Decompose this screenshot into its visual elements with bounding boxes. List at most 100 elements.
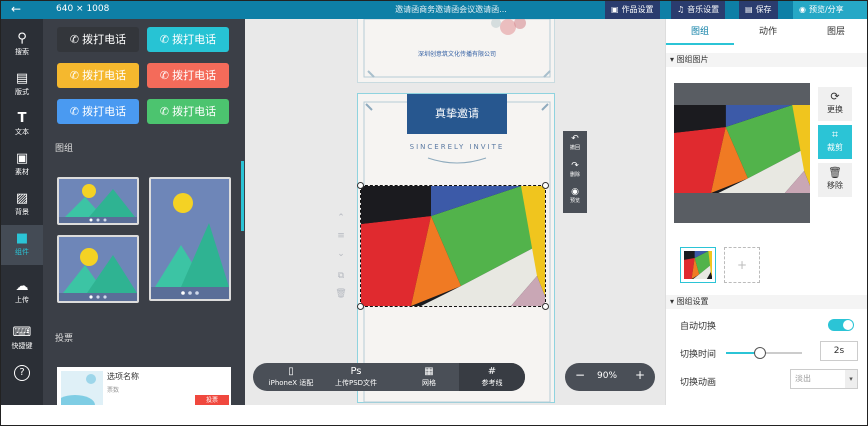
vote-button[interactable]: 投票 — [195, 395, 229, 405]
remove-image-button[interactable]: 🗑 移除 — [818, 163, 852, 197]
section-gallery-images-label: 图组图片 — [676, 55, 709, 64]
crop-image-button[interactable]: ⌗ 裁剪 — [818, 125, 852, 159]
save-icon: ▤ — [745, 5, 753, 14]
gallery-template-small-1[interactable] — [57, 177, 139, 225]
nav-layout[interactable]: ▤ 版式 — [1, 65, 43, 105]
call-button-green[interactable]: ✆ 拨打电话 — [147, 99, 229, 124]
replace-image-button[interactable]: ⟳ 更换 — [818, 87, 852, 121]
nav-help[interactable]: ? — [1, 359, 43, 399]
page-previous[interactable]: 深圳创意筑文化传播有限公司 — [357, 19, 555, 83]
switch-animation-select[interactable]: 淡出 ▾ — [790, 369, 858, 389]
delete-label: 删除 — [569, 172, 580, 178]
call-button-cyan[interactable]: ✆ 拨打电话 — [147, 27, 229, 52]
music-icon: ♫ — [677, 5, 685, 14]
nav-label: 文本 — [15, 128, 29, 136]
resize-handle[interactable] — [542, 303, 549, 310]
vote-heading: 投票 — [55, 334, 74, 344]
back-arrow-icon[interactable]: ← — [11, 2, 21, 16]
nav-text[interactable]: T 文本 — [1, 105, 43, 145]
delete-page-icon[interactable]: 🗑 — [335, 285, 347, 303]
nav-background[interactable]: ▨ 背景 — [1, 185, 43, 225]
nav-label: 上传 — [15, 296, 29, 304]
tab-layers[interactable]: 图层 — [802, 19, 867, 45]
zoom-in-button[interactable]: + — [635, 368, 645, 382]
component-panel: ✆ 拨打电话 ✆ 拨打电话 ✆ 拨打电话 ✆ 拨打电话 ✆ 拨打电话 ✆ 拨打电话 图组 — [43, 19, 245, 405]
phone-icon: ✆ — [159, 33, 170, 46]
photoshop-icon: Ps — [350, 366, 362, 377]
zoom-control: − 90% + — [565, 363, 655, 391]
vote-count-label: 票数 — [107, 387, 120, 394]
tab-actions[interactable]: 动作 — [734, 19, 802, 45]
nav-label: 搜索 — [15, 48, 29, 56]
vote-image-thumb — [61, 371, 103, 405]
preview-tool[interactable]: ◉ 预览 — [563, 187, 587, 204]
resize-handle[interactable] — [542, 182, 549, 189]
move-top-icon[interactable]: ≡ — [335, 227, 347, 245]
crop-label: 裁剪 — [827, 143, 843, 152]
selected-gallery-image[interactable] — [357, 182, 549, 310]
zoom-out-button[interactable]: − — [575, 368, 585, 382]
phone-icon: ✆ — [69, 105, 80, 118]
call-label: 拨打电话 — [82, 69, 127, 82]
gallery-preview[interactable] — [674, 83, 810, 223]
slider-knob[interactable] — [754, 347, 767, 359]
nav-shortcuts[interactable]: ⌨ 快捷键 — [1, 319, 43, 359]
grid-label: 网格 — [422, 379, 436, 387]
music-settings-button[interactable]: ♫ 音乐设置 — [671, 1, 726, 19]
left-icon-bar: ⚲ 搜索 ▤ 版式 T 文本 ▣ 素材 ▨ 背景 ■ 组件 ☁ 上传 ⌨ 快捷键 ? — [1, 19, 43, 405]
resize-handle[interactable] — [357, 303, 364, 310]
nav-label: 组件 — [15, 248, 29, 256]
add-image-button[interactable]: + — [724, 247, 760, 283]
switch-time-slider[interactable] — [726, 347, 802, 359]
delete-tool[interactable]: ↷ 删除 — [563, 161, 587, 178]
keyboard-icon: ⌨ — [12, 325, 32, 340]
guides-tool[interactable]: # 参考线 — [459, 363, 525, 391]
gallery-template-tall[interactable] — [149, 177, 231, 301]
refresh-icon: ⟳ — [830, 90, 840, 103]
call-button-blue[interactable]: ✆ 拨打电话 — [57, 99, 139, 124]
tab-gallery[interactable]: 图组 — [666, 19, 734, 45]
section-gallery-images[interactable]: ▾ 图组图片 — [666, 53, 867, 67]
vote-card[interactable]: 选项名称 票数 投票 — [57, 367, 231, 405]
grid-icon: ▦ — [424, 366, 434, 377]
switch-time-input[interactable]: 2s — [820, 341, 858, 361]
company-name: 深圳创意筑文化传播有限公司 — [417, 51, 496, 58]
upload-icon: ☁ — [15, 279, 29, 294]
nav-search[interactable]: ⚲ 搜索 — [1, 25, 43, 65]
page-order-controls: ⌃ ≡ ⌄ ⧉ 🗑 — [335, 209, 347, 303]
move-down-icon[interactable]: ⌄ — [335, 245, 347, 263]
nav-upload[interactable]: ☁ 上传 — [1, 273, 43, 313]
save-button[interactable]: ▤ 保存 — [739, 1, 778, 19]
phone-icon: ✆ — [69, 33, 80, 46]
section-gallery-settings[interactable]: ▾ 图组设置 — [666, 295, 867, 309]
call-button-yellow[interactable]: ✆ 拨打电话 — [57, 63, 139, 88]
background-icon: ▨ — [15, 191, 29, 206]
sincerely-invite-text[interactable]: SINCERELY INVITE — [358, 143, 556, 151]
preview-share-button[interactable]: ◉ 预览/分享 — [793, 1, 867, 19]
bottom-toolbar: ▯ iPhoneX 适配 Ps 上传PSD文件 ▦ 网格 # 参考线 — [253, 363, 525, 391]
layout-icon: ▤ — [15, 71, 29, 86]
nav-component[interactable]: ■ 组件 — [1, 225, 43, 265]
move-up-icon[interactable]: ⌃ — [335, 209, 347, 227]
panel-scrollbar[interactable] — [241, 161, 244, 231]
copy-page-icon[interactable]: ⧉ — [335, 267, 347, 285]
undo-tool[interactable]: ↶ 撤回 — [563, 134, 587, 151]
invite-banner[interactable]: 真挚邀请 — [407, 94, 507, 134]
thumbnail-artwork — [684, 251, 712, 279]
iphonex-fit-tool[interactable]: ▯ iPhoneX 适配 — [261, 363, 321, 391]
call-button-dark[interactable]: ✆ 拨打电话 — [57, 27, 139, 52]
upload-psd-tool[interactable]: Ps 上传PSD文件 — [325, 363, 387, 391]
document-title[interactable]: 邀请函商务邀请函会议邀请函... — [301, 4, 601, 15]
gallery-template-small-2[interactable] — [57, 235, 139, 303]
grid-tool[interactable]: ▦ 网格 — [399, 363, 459, 391]
text-icon: T — [17, 111, 27, 126]
nav-label: 快捷键 — [11, 342, 33, 350]
auto-switch-toggle[interactable] — [828, 319, 854, 331]
call-button-red[interactable]: ✆ 拨打电话 — [147, 63, 229, 88]
image-thumbnail[interactable] — [680, 247, 716, 283]
switch-animation-label: 切换动画 — [680, 378, 717, 388]
floating-toolbar: ↶ 撤回 ↷ 删除 ◉ 预览 — [563, 131, 587, 213]
resize-handle[interactable] — [357, 182, 364, 189]
work-settings-button[interactable]: ▣ 作品设置 — [605, 1, 660, 19]
nav-material[interactable]: ▣ 素材 — [1, 145, 43, 185]
